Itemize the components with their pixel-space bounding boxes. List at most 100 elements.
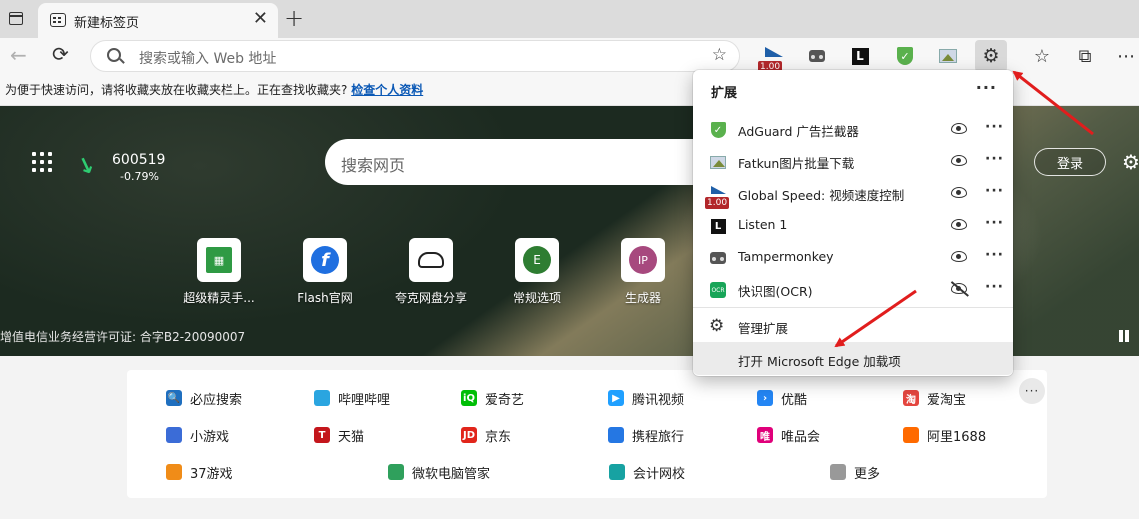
- quick-link-label: 超级精灵手...: [183, 291, 255, 305]
- quick-link[interactable]: ▦ 超级精灵手...: [174, 238, 264, 306]
- site-icon: JD: [461, 427, 477, 443]
- new-tab-button[interactable]: +: [284, 6, 304, 30]
- extension-item-fatkun[interactable]: Fatkun图片批量下载 ···: [693, 145, 1013, 177]
- site-link[interactable]: 阿里1688: [903, 425, 986, 445]
- site-link[interactable]: ▶ 腾讯视频: [608, 388, 684, 408]
- extension-more-icon[interactable]: ···: [985, 119, 1004, 135]
- newtab-favicon-icon: [50, 13, 66, 27]
- settings-gear-icon[interactable]: ⚙: [1122, 150, 1139, 174]
- site-label: 小游戏: [190, 429, 230, 445]
- site-label: 爱奇艺: [485, 392, 525, 408]
- site-label: 唯品会: [781, 429, 821, 445]
- site-link[interactable]: T 天猫: [314, 425, 364, 445]
- site-link[interactable]: 唯唯品会: [757, 425, 820, 445]
- add-favorite-icon[interactable]: ☆: [712, 45, 727, 65]
- site-link[interactable]: 更多: [830, 462, 880, 482]
- tab-close-icon[interactable]: ✕: [253, 10, 268, 28]
- adguard-extension-icon[interactable]: ✓: [889, 40, 921, 72]
- extension-more-icon[interactable]: ···: [985, 247, 1004, 263]
- site-link[interactable]: 会计网校: [609, 462, 685, 482]
- site-link[interactable]: 哔哩哔哩: [314, 388, 390, 408]
- extension-name: 快识图(OCR): [738, 284, 813, 299]
- site-icon: T: [314, 427, 330, 443]
- site-link[interactable]: 微软电脑管家: [388, 462, 490, 482]
- tab-actions-icon[interactable]: [6, 9, 26, 29]
- extension-more-icon[interactable]: ···: [985, 215, 1004, 231]
- site-icon: [314, 390, 330, 406]
- speed-badge: 1.00: [705, 197, 730, 209]
- more-actions-icon[interactable]: ⋯: [1110, 40, 1139, 72]
- open-edge-addons-label: 打开 Microsoft Edge 加载项: [738, 354, 901, 369]
- site-label: 必应搜索: [190, 392, 243, 408]
- site-link[interactable]: 🔍 必应搜索: [166, 388, 242, 408]
- quick-link[interactable]: f Flash官网: [280, 238, 370, 306]
- extension-item-tampermonkey[interactable]: Tampermonkey ···: [693, 241, 1013, 273]
- quick-link[interactable]: IP 生成器: [598, 238, 688, 306]
- eye-icon[interactable]: [951, 155, 967, 166]
- site-link[interactable]: 37游戏: [166, 462, 233, 482]
- divider: [693, 307, 1013, 308]
- site-link[interactable]: JD 京东: [461, 425, 511, 445]
- eye-icon[interactable]: [951, 187, 967, 198]
- extension-more-icon[interactable]: ···: [985, 279, 1004, 295]
- pause-icon[interactable]: [1118, 330, 1130, 342]
- site-icon: [608, 427, 624, 443]
- back-icon[interactable]: ←: [10, 43, 27, 67]
- extension-item-listen1[interactable]: L Listen 1 ···: [693, 209, 1013, 241]
- site-icon: iQ: [461, 390, 477, 406]
- web-search-placeholder: 搜索网页: [341, 156, 406, 175]
- extension-name: Tampermonkey: [738, 249, 834, 264]
- site-link[interactable]: 携程旅行: [608, 425, 684, 445]
- license-text: 增值电信业务经营许可证: 合字B2-20090007: [0, 330, 246, 344]
- letter-ip-icon: IP: [629, 246, 657, 274]
- eye-icon[interactable]: [951, 123, 967, 134]
- site-icon: ▶: [608, 390, 624, 406]
- app-grid-tile-icon: ▦: [206, 247, 232, 273]
- extensions-popup: 扩展 ··· ✓ AdGuard 广告拦截器 ··· Fatkun图片批量下载 …: [693, 70, 1013, 376]
- extension-name: AdGuard 广告拦截器: [738, 124, 859, 139]
- extension-item-adguard[interactable]: ✓ AdGuard 广告拦截器 ···: [693, 113, 1013, 145]
- address-bar[interactable]: 搜索或输入 Web 地址 ☆: [90, 40, 740, 72]
- collections-icon[interactable]: ⧉: [1069, 40, 1101, 72]
- extension-item-ocr[interactable]: OCR 快识图(OCR) ···: [693, 273, 1013, 305]
- quick-link-label: Flash官网: [297, 291, 353, 305]
- check-profile-link[interactable]: 检查个人资料: [351, 83, 423, 97]
- extension-more-icon[interactable]: ···: [985, 183, 1004, 199]
- site-link[interactable]: 小游戏: [166, 425, 229, 445]
- site-icon: [166, 427, 182, 443]
- tab-new-tab[interactable]: 新建标签页 ✕: [38, 3, 278, 38]
- listen1-extension-icon[interactable]: L: [844, 40, 876, 72]
- quick-link[interactable]: E 常规选项: [492, 238, 582, 306]
- global-speed-extension-icon[interactable]: 1.00: [758, 40, 790, 73]
- search-icon: [107, 48, 121, 62]
- site-icon: [903, 427, 919, 443]
- site-link[interactable]: › 优酷: [757, 388, 807, 408]
- manage-extensions-label: 管理扩展: [738, 321, 789, 336]
- quick-link[interactable]: 夸克网盘分享: [386, 238, 476, 306]
- fatkun-extension-icon[interactable]: [932, 40, 964, 72]
- card-more-icon[interactable]: ···: [1019, 378, 1045, 404]
- tampermonkey-extension-icon[interactable]: [801, 40, 833, 72]
- extensions-more-icon[interactable]: ···: [976, 78, 997, 97]
- extension-more-icon[interactable]: ···: [985, 151, 1004, 167]
- eye-hidden-icon[interactable]: [951, 283, 967, 294]
- login-button[interactable]: 登录: [1034, 148, 1106, 176]
- site-link[interactable]: iQ 爱奇艺: [461, 388, 524, 408]
- manage-extensions-item[interactable]: ⚙ 管理扩展: [693, 311, 1013, 341]
- apps-grid-icon[interactable]: [30, 150, 54, 174]
- reload-icon[interactable]: ⟳: [52, 42, 69, 66]
- open-edge-addons-item[interactable]: 打开 Microsoft Edge 加载项: [693, 342, 1013, 375]
- favorites-icon[interactable]: ☆: [1026, 40, 1058, 72]
- flash-icon: f: [311, 246, 339, 274]
- site-link[interactable]: 淘爱淘宝: [903, 388, 966, 408]
- web-search-input[interactable]: 搜索网页: [325, 139, 725, 185]
- site-label: 京东: [485, 429, 512, 445]
- eye-icon[interactable]: [951, 219, 967, 230]
- extensions-puzzle-icon[interactable]: ⚙: [975, 40, 1007, 72]
- site-label: 腾讯视频: [632, 392, 685, 408]
- eye-icon[interactable]: [951, 251, 967, 262]
- site-label: 阿里1688: [927, 429, 987, 445]
- toolbar: ← ⟳ 搜索或输入 Web 地址 ☆ 1.00 L ✓ ⚙ ☆ ⧉ ⋯: [0, 38, 1139, 74]
- extension-name: Global Speed: 视频速度控制: [738, 188, 905, 203]
- extension-item-global-speed[interactable]: 1.00 Global Speed: 视频速度控制 ···: [693, 177, 1013, 209]
